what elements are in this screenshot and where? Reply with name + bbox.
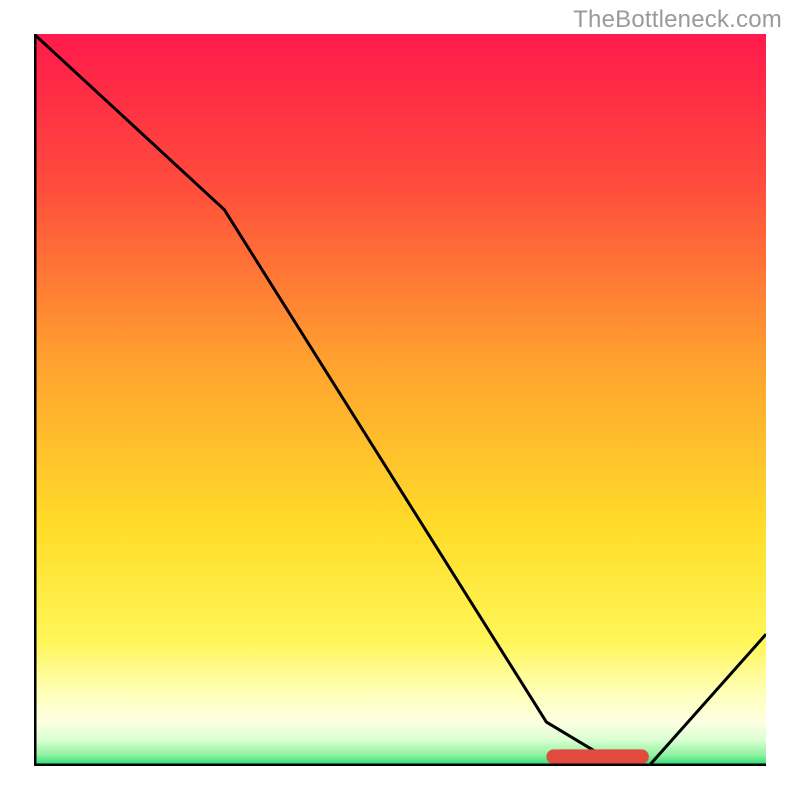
background-gradient: [34, 34, 766, 766]
chart-svg: [34, 34, 766, 766]
chart-container: TheBottleneck.com: [0, 0, 800, 800]
minimum-marker: [546, 749, 648, 764]
watermark-text: TheBottleneck.com: [573, 6, 782, 34]
plot-area: [34, 34, 766, 766]
